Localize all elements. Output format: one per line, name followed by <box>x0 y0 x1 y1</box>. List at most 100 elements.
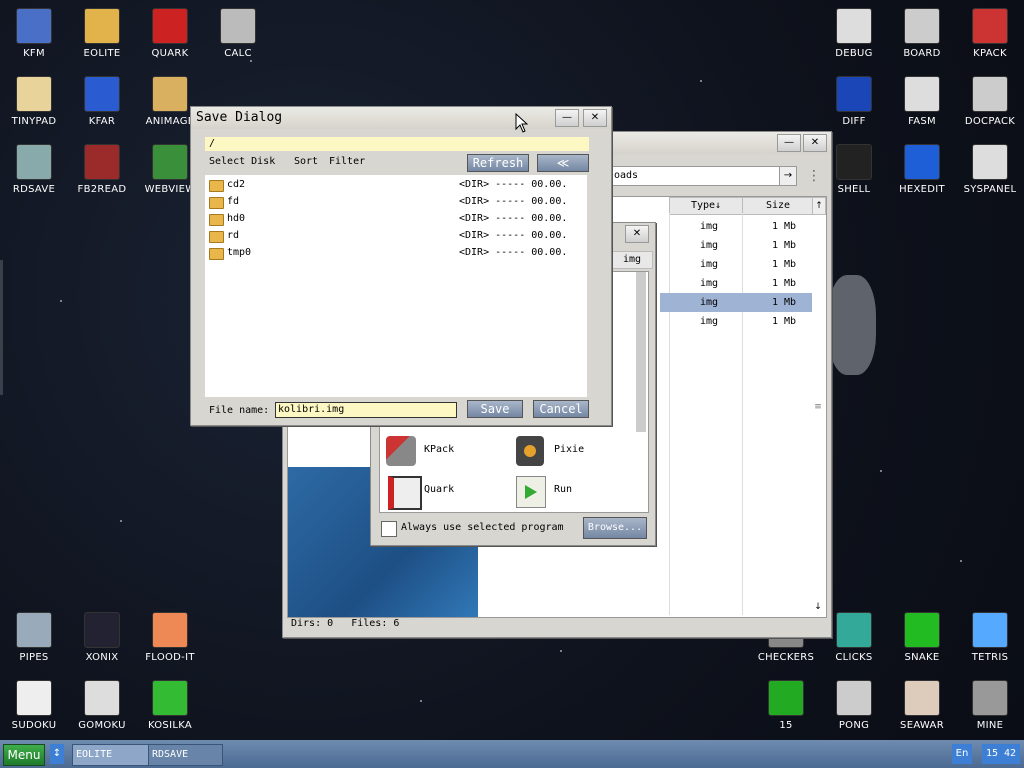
folder-icon <box>209 231 224 243</box>
menu-filter[interactable]: Filter <box>329 156 365 167</box>
desktop-icon-label: SUDOKU <box>11 720 57 731</box>
pong-icon <box>836 680 872 716</box>
desktop-icon-docpack[interactable]: DOCPACK <box>956 68 1024 127</box>
clock[interactable]: 15 42 <box>982 744 1020 764</box>
desktop-icon-calc[interactable]: CALC <box>204 0 272 59</box>
desktop-icon-seawar[interactable]: SEAWAR <box>888 672 956 731</box>
entry-info: <DIR> ----- 00.00. <box>459 213 568 224</box>
folder-icon <box>209 197 224 209</box>
desktop-icon-pipes[interactable]: PIPES <box>0 604 68 663</box>
desktop-icon-xonix[interactable]: XONIX <box>68 604 136 663</box>
menu-button[interactable]: Menu <box>3 744 45 766</box>
minimize-button[interactable]: — <box>777 134 801 152</box>
path-field[interactable]: / <box>205 137 589 151</box>
desktop-icon-syspanel[interactable]: SYSPANEL <box>956 136 1024 195</box>
task-eolite[interactable]: EOLITE <box>72 744 149 766</box>
filename-input[interactable]: kolibri.img <box>275 402 457 418</box>
minimize-button[interactable]: — <box>555 109 579 127</box>
up-directory-button[interactable]: ≪ <box>537 154 589 172</box>
desktop-icon-label: PONG <box>838 720 870 731</box>
run-icon <box>516 476 546 508</box>
dialog-entry[interactable]: tmp0 <DIR> ----- 00.00. <box>207 245 585 262</box>
table-row[interactable]: img 1 Mb <box>660 274 812 293</box>
desktop-icon-fasm[interactable]: FASM <box>888 68 956 127</box>
tetris-icon <box>972 612 1008 648</box>
table-row[interactable]: img 1 Mb <box>660 293 812 312</box>
browse-button[interactable]: Browse... <box>583 517 647 539</box>
task-rdsave[interactable]: RDSAVE <box>148 744 223 766</box>
desktop-icon-label: KFAR <box>88 116 116 127</box>
program-run[interactable]: Run <box>516 474 636 508</box>
desktop-icon-pong[interactable]: PONG <box>820 672 888 731</box>
always-use-checkbox[interactable] <box>381 521 397 537</box>
row-type: img <box>700 316 719 327</box>
xonix-icon <box>84 612 120 648</box>
desktop-icon-kpack[interactable]: KPACK <box>956 0 1024 59</box>
open-with-close-button[interactable]: ✕ <box>625 225 649 243</box>
desktop-icon-label: FASM <box>908 116 936 127</box>
ebook-icon <box>84 144 120 180</box>
desktop-icon-label: FLOOD-IT <box>145 652 195 663</box>
row-type: img <box>700 297 719 308</box>
scrollbar-grip[interactable]: ≡ <box>812 402 824 412</box>
program-quark[interactable]: Quark <box>386 474 506 510</box>
table-row[interactable]: img 1 Mb <box>660 217 812 236</box>
row-type: img <box>700 240 719 251</box>
desktop-icon-kosilka[interactable]: KOSILKA <box>136 672 204 731</box>
desktop-icon-kfar[interactable]: KFAR <box>68 68 136 127</box>
menu-select-disk[interactable]: Select Disk <box>209 156 275 167</box>
scroll-down-button[interactable]: ↓ <box>812 599 824 615</box>
column-size-header[interactable]: Size <box>742 197 814 215</box>
close-button[interactable]: ✕ <box>583 109 607 127</box>
dialog-entry[interactable]: rd <DIR> ----- 00.00. <box>207 228 585 245</box>
save-button[interactable]: Save <box>467 400 523 418</box>
archive-icon <box>84 76 120 112</box>
desktop-icon-debug[interactable]: DEBUG <box>820 0 888 59</box>
table-row[interactable]: img 1 Mb <box>660 236 812 255</box>
desktop-icon-hexedit[interactable]: HEXEDIT <box>888 136 956 195</box>
desktop-icon-board[interactable]: BOARD <box>888 0 956 59</box>
desktop-icon-rdsave[interactable]: RDSAVE <box>0 136 68 195</box>
dialog-entry[interactable]: cd2 <DIR> ----- 00.00. <box>207 177 585 194</box>
program-list-scrollbar[interactable] <box>636 272 646 432</box>
cancel-button[interactable]: Cancel <box>533 400 589 418</box>
star <box>120 520 122 522</box>
desktop-icon-snake[interactable]: SNAKE <box>888 604 956 663</box>
go-button[interactable]: → <box>779 166 797 186</box>
close-button[interactable]: ✕ <box>803 134 827 152</box>
desktop-icon-flood-it[interactable]: FLOOD-IT <box>136 604 204 663</box>
desktop-icon-15[interactable]: 15 <box>752 672 820 731</box>
flood-icon <box>152 612 188 648</box>
desktop-icon-label: CHECKERS <box>757 652 815 663</box>
table-row[interactable]: img 1 Mb <box>660 255 812 274</box>
desktop-icon-label: QUARK <box>151 48 189 59</box>
program-pixie[interactable]: Pixie <box>516 434 636 468</box>
desktop-icon-kfm[interactable]: KFM <box>0 0 68 59</box>
more-icon[interactable]: ⋮ <box>807 168 821 184</box>
desktop-icon-label: DIFF <box>842 116 866 127</box>
menu-sort[interactable]: Sort <box>294 156 318 167</box>
desktop-icon-gomoku[interactable]: GOMOKU <box>68 672 136 731</box>
desktop-icon-eolite[interactable]: EOLITE <box>68 0 136 59</box>
desktop-icon-quark[interactable]: QUARK <box>136 0 204 59</box>
table-row[interactable]: img 1 Mb <box>660 312 812 331</box>
save-dialog-titlebar[interactable]: Save Dialog — ✕ <box>191 107 611 129</box>
gomoku-icon <box>84 680 120 716</box>
column-type-header[interactable]: Type↓ <box>669 197 743 215</box>
desktop-icon-diff[interactable]: DIFF <box>820 68 888 127</box>
folder-icon <box>209 214 224 226</box>
desktop-icon-tetris[interactable]: TETRIS <box>956 604 1024 663</box>
desktop-icon-tinypad[interactable]: TINYPAD <box>0 68 68 127</box>
desktop-icon-fb2read[interactable]: FB2READ <box>68 136 136 195</box>
language-indicator[interactable]: En <box>952 744 972 764</box>
refresh-button[interactable]: Refresh <box>467 154 529 172</box>
scroll-up-button[interactable]: ↑ <box>812 197 826 215</box>
dialog-entry[interactable]: hd0 <DIR> ----- 00.00. <box>207 211 585 228</box>
desktop-icon-mine[interactable]: MINE <box>956 672 1024 731</box>
desktop-icon-sudoku[interactable]: SUDOKU <box>0 672 68 731</box>
program-kpack[interactable]: KPack <box>386 434 506 468</box>
dialog-entry[interactable]: fd <DIR> ----- 00.00. <box>207 194 585 211</box>
desktop-icon-label: TETRIS <box>971 652 1009 663</box>
address-bar[interactable]: oads <box>609 166 785 186</box>
task-switch-icon[interactable]: ↕ <box>50 744 64 764</box>
